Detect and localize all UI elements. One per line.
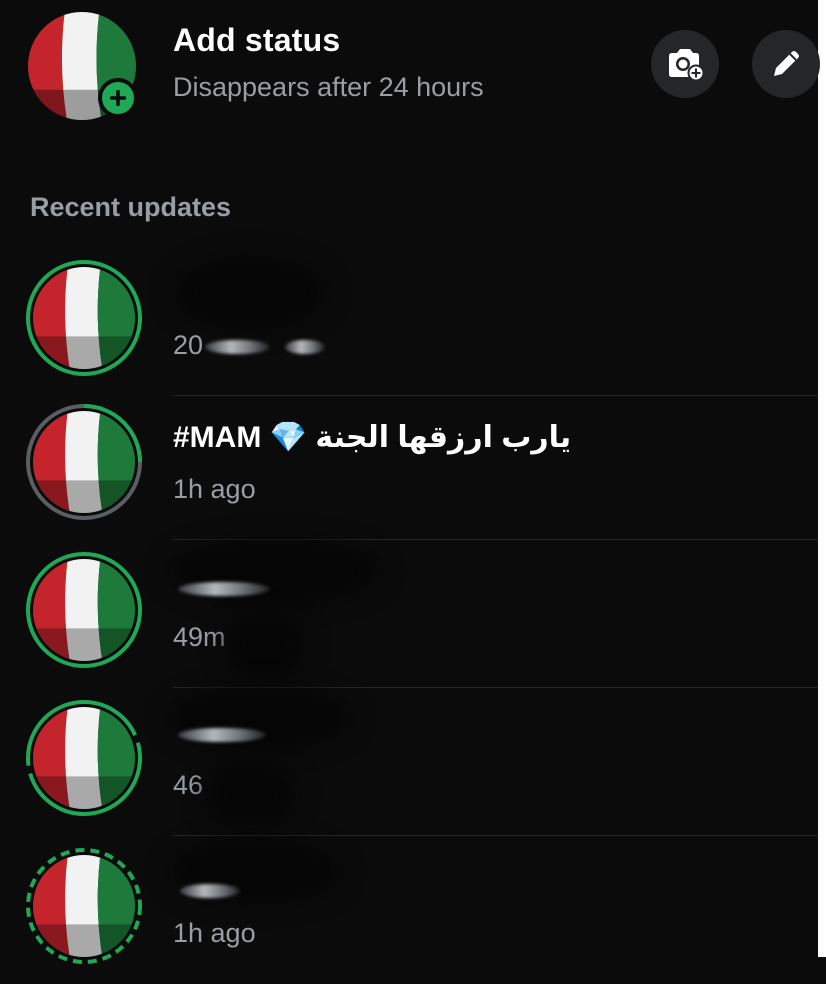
flag-image bbox=[33, 267, 135, 369]
status-name-prefix: #MAM bbox=[173, 421, 262, 454]
redaction-smudge bbox=[180, 884, 240, 898]
status-avatar bbox=[24, 846, 144, 966]
camera-plus-icon bbox=[669, 49, 705, 81]
redaction-blur bbox=[225, 616, 305, 676]
redaction-blur bbox=[175, 258, 325, 328]
camera-button[interactable] bbox=[651, 30, 719, 98]
status-row[interactable]: 46 bbox=[0, 688, 818, 836]
redaction-smudge bbox=[178, 728, 266, 742]
status-avatar bbox=[24, 698, 144, 818]
flag-image bbox=[33, 559, 135, 661]
screen-edge bbox=[818, 0, 826, 957]
redaction-smudge bbox=[205, 340, 270, 354]
flag-image bbox=[33, 411, 135, 513]
status-time: 20 bbox=[173, 330, 204, 360]
flag-image bbox=[33, 707, 135, 809]
status-avatar bbox=[24, 258, 144, 378]
status-time: 1h ago bbox=[173, 474, 256, 504]
status-row[interactable]: 49m bbox=[0, 540, 818, 688]
add-status-badge[interactable] bbox=[98, 78, 138, 118]
status-time: 1h ago bbox=[173, 918, 256, 948]
status-avatar bbox=[24, 550, 144, 670]
status-row[interactable]: #MAM 💎 يارب ارزقها الجنة 1h ago bbox=[0, 392, 818, 540]
redaction-blur bbox=[205, 764, 295, 824]
plus-icon bbox=[110, 90, 126, 106]
redaction-smudge bbox=[178, 582, 270, 596]
status-row[interactable]: 20 bbox=[0, 248, 818, 396]
status-name: #MAM 💎 يارب ارزقها الجنة bbox=[173, 420, 571, 455]
recent-updates-label: Recent updates bbox=[30, 192, 232, 222]
status-time: 46 bbox=[173, 770, 204, 800]
gem-emoji: 💎 bbox=[269, 421, 308, 454]
status-name-arabic: يارب ارزقها الجنة bbox=[315, 421, 572, 454]
add-status-title[interactable]: Add status bbox=[173, 22, 340, 59]
pencil-icon bbox=[774, 51, 799, 76]
status-time: 49m bbox=[173, 622, 226, 652]
add-status-subtitle: Disappears after 24 hours bbox=[173, 72, 484, 102]
flag-image bbox=[33, 855, 135, 957]
redaction-smudge bbox=[285, 340, 325, 354]
pencil-button[interactable] bbox=[752, 30, 820, 98]
status-row[interactable]: 1h ago bbox=[0, 836, 818, 984]
status-avatar bbox=[24, 402, 144, 522]
